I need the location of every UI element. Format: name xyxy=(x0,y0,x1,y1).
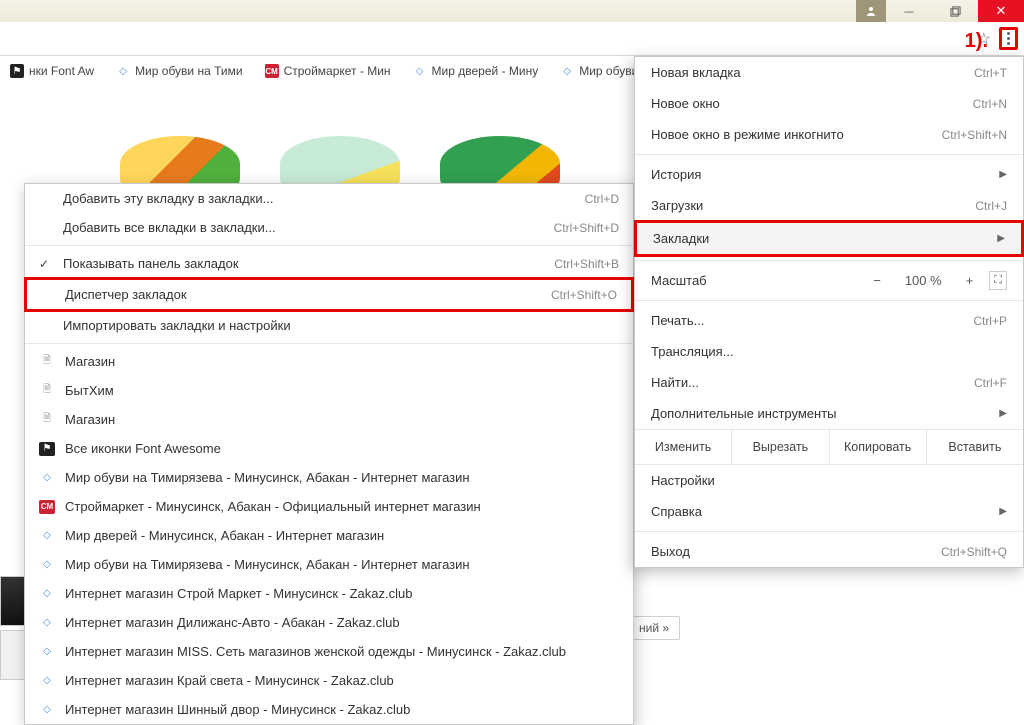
menu-new-window[interactable]: Новое окноCtrl+N xyxy=(635,88,1023,119)
bookmark-list-item[interactable]: 🗎Магазин xyxy=(25,405,633,434)
chevron-right-icon: ▶ xyxy=(997,233,1005,244)
bookmark-list-item[interactable]: ⚑Все иконки Font Awesome xyxy=(25,434,633,463)
diamond-icon: ◇ xyxy=(39,529,55,543)
bookmark-list-item[interactable]: 🗎Магазин xyxy=(25,347,633,376)
menu-more-tools[interactable]: Дополнительные инструменты▶ xyxy=(635,398,1023,429)
bookmark-item[interactable]: ◇Мир обуви на Тими xyxy=(108,60,251,82)
edit-label: Изменить xyxy=(635,430,731,464)
menu-new-tab[interactable]: Новая вкладкаCtrl+T xyxy=(635,57,1023,88)
chevron-right-icon: ▶ xyxy=(999,506,1007,517)
cm-icon: CM xyxy=(39,500,55,514)
bookmark-list-item[interactable]: ◇Мир обуви на Тимирязева - Минусинск, Аб… xyxy=(25,550,633,579)
bookmark-list-item[interactable]: ◇Интернет магазин MISS. Сеть магазинов ж… xyxy=(25,637,633,666)
bookmark-list-item[interactable]: ◇Интернет магазин Край света - Минусинск… xyxy=(25,666,633,695)
bookmark-list-item[interactable]: ◇Интернет магазин Шинный двор - Минусинс… xyxy=(25,695,633,724)
doc-icon: 🗎 xyxy=(39,384,55,398)
fa-icon: ⚑ xyxy=(10,64,24,78)
menu-bookmarks[interactable]: Закладки▶ xyxy=(634,220,1024,257)
menu-history[interactable]: История▶ xyxy=(635,159,1023,190)
zoom-in-button[interactable]: + xyxy=(958,271,982,290)
main-menu: Новая вкладкаCtrl+T Новое окноCtrl+N Нов… xyxy=(634,56,1024,568)
submenu-add-all-tabs[interactable]: Добавить все вкладки в закладки...Ctrl+S… xyxy=(25,213,633,242)
diamond-icon: ◇ xyxy=(39,645,55,659)
menu-help[interactable]: Справка▶ xyxy=(635,496,1023,527)
submenu-show-bookmarks-bar[interactable]: ✓Показывать панель закладокCtrl+Shift+B xyxy=(25,249,633,278)
bookmark-list-item[interactable]: ◇Мир обуви на Тимирязева - Минусинск, Аб… xyxy=(25,463,633,492)
diamond-icon: ◇ xyxy=(413,64,427,78)
maximize-button[interactable] xyxy=(932,0,978,22)
menu-cast[interactable]: Трансляция... xyxy=(635,336,1023,367)
doc-icon: 🗎 xyxy=(39,355,55,369)
submenu-import-bookmarks[interactable]: Импортировать закладки и настройки xyxy=(25,311,633,340)
bookmark-list-item[interactable]: ◇Интернет магазин Строй Маркет - Минусин… xyxy=(25,579,633,608)
close-button[interactable]: ✕ xyxy=(978,0,1024,22)
diamond-icon: ◇ xyxy=(39,616,55,630)
menu-print[interactable]: Печать...Ctrl+P xyxy=(635,305,1023,336)
annotation-1: 1). xyxy=(965,30,988,53)
chevron-right-icon: ▶ xyxy=(999,169,1007,180)
bookmark-item[interactable]: CMСтроймаркет - Мин xyxy=(257,60,399,82)
bookmark-list-item[interactable]: ◇Интернет магазин Дилижанс-Авто - Абакан… xyxy=(25,608,633,637)
diamond-icon: ◇ xyxy=(39,674,55,688)
diamond-icon: ◇ xyxy=(560,64,574,78)
cut-button[interactable]: Вырезать xyxy=(731,430,828,464)
floating-label: ний » xyxy=(628,616,680,640)
submenu-bookmark-manager[interactable]: Диспетчер закладокCtrl+Shift+O xyxy=(24,277,634,312)
menu-settings[interactable]: Настройки xyxy=(635,465,1023,496)
diamond-icon: ◇ xyxy=(116,64,130,78)
doc-icon: 🗎 xyxy=(39,413,55,427)
submenu-add-this-tab[interactable]: Добавить эту вкладку в закладки...Ctrl+D xyxy=(25,184,633,213)
diamond-icon: ◇ xyxy=(39,471,55,485)
zoom-out-button[interactable]: − xyxy=(865,271,889,290)
bookmark-item[interactable]: ⚑нки Font Aw xyxy=(2,60,102,82)
check-icon: ✓ xyxy=(39,257,53,271)
bookmark-item[interactable]: ◇Мир дверей - Мину xyxy=(405,60,547,82)
menu-downloads[interactable]: ЗагрузкиCtrl+J xyxy=(635,190,1023,221)
vertical-dots-icon xyxy=(1007,32,1010,45)
menu-zoom: Масштаб − 100 % + ⛶ xyxy=(635,265,1023,296)
menu-find[interactable]: Найти...Ctrl+F xyxy=(635,367,1023,398)
diamond-icon: ◇ xyxy=(39,558,55,572)
address-bar: 1). ☆ xyxy=(0,22,1024,56)
main-menu-button[interactable] xyxy=(999,27,1018,50)
minimize-button[interactable]: ─ xyxy=(886,0,932,22)
fullscreen-button[interactable]: ⛶ xyxy=(989,271,1007,290)
menu-incognito[interactable]: Новое окно в режиме инкогнитоCtrl+Shift+… xyxy=(635,119,1023,150)
user-button[interactable] xyxy=(856,0,886,22)
menu-edit-row: Изменить Вырезать Копировать Вставить xyxy=(635,429,1023,465)
diamond-icon: ◇ xyxy=(39,587,55,601)
cm-icon: CM xyxy=(265,64,279,78)
zoom-value: 100 % xyxy=(897,271,950,290)
bookmark-list-item[interactable]: 🗎БытХим xyxy=(25,376,633,405)
chevron-right-icon: ▶ xyxy=(999,408,1007,419)
window-titlebar: ─ ✕ xyxy=(0,0,1024,22)
diamond-icon: ◇ xyxy=(39,703,55,717)
copy-button[interactable]: Копировать xyxy=(829,430,926,464)
bookmark-list-item[interactable]: ◇Мир дверей - Минусинск, Абакан - Интерн… xyxy=(25,521,633,550)
fa-icon: ⚑ xyxy=(39,442,55,456)
bookmark-list-item[interactable]: CMСтроймаркет - Минусинск, Абакан - Офиц… xyxy=(25,492,633,521)
menu-exit[interactable]: ВыходCtrl+Shift+Q xyxy=(635,536,1023,567)
paste-button[interactable]: Вставить xyxy=(926,430,1023,464)
